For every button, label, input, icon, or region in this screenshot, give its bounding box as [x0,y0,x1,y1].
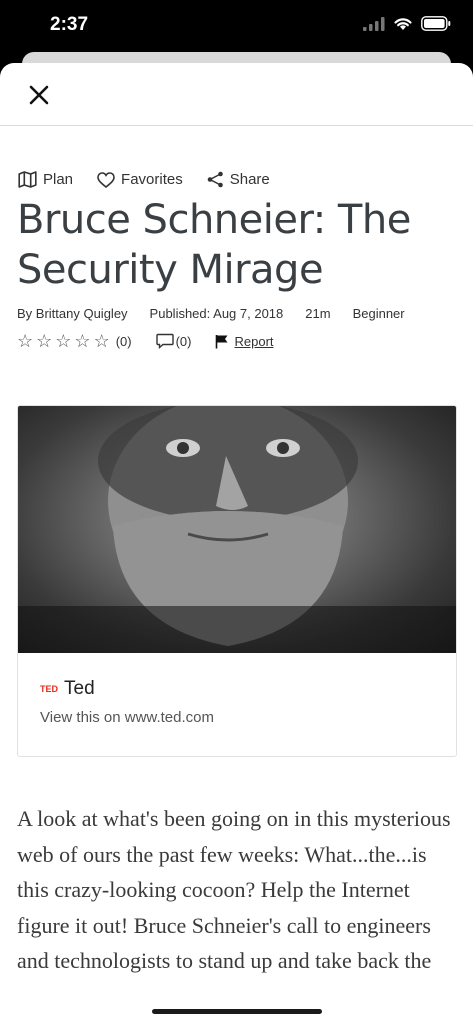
star-icon[interactable]: ☆ [36,332,52,350]
difficulty-level: Beginner [352,306,405,321]
speaker-photo [18,406,456,653]
battery-icon [421,16,451,31]
published-date: Published: Aug 7, 2018 [149,306,284,321]
star-icon[interactable]: ☆ [55,332,71,350]
status-time: 2:37 [50,14,89,35]
article-meta: By Brittany Quigley Published: Aug 7, 20… [17,306,405,321]
star-icon[interactable]: ☆ [17,332,33,350]
status-icons [363,16,451,31]
article-title: Bruce Schneier: The Security Mirage [17,197,411,293]
speaker-portrait [18,406,456,653]
plan-label: Plan [43,171,74,188]
signal-icon [363,16,385,31]
home-indicator[interactable] [152,1009,322,1014]
comments-button[interactable]: (0) [155,333,192,349]
comment-icon [155,333,174,349]
star-rating[interactable]: ☆ ☆ ☆ ☆ ☆ [17,332,110,350]
share-label: Share [229,171,270,188]
favorites-label: Favorites [121,171,183,188]
report-link[interactable]: Report [215,333,274,349]
map-icon [18,171,37,188]
author-link[interactable]: By Brittany Quigley [17,306,128,321]
status-bar: 2:37 [0,0,473,52]
rating-row: ☆ ☆ ☆ ☆ ☆ (0) (0) Report [17,332,274,350]
action-bar: Plan Favorites Share [18,171,270,188]
ted-logo: TED [40,684,58,694]
close-icon [29,85,49,105]
flag-icon [216,334,228,348]
article-sheet: Plan Favorites Share Bruce Schneier: The… [0,63,473,1024]
ted-video-card[interactable]: TED Ted View this on www.ted.com [17,405,457,757]
card-source: TED Ted [40,678,95,700]
rating-count: (0) [115,333,132,349]
report-label: Report [234,333,274,349]
share-icon [207,171,223,188]
heart-icon [97,171,115,188]
duration: 21m [305,306,331,321]
source-link[interactable]: View this on www.ted.com [40,709,214,726]
share-button[interactable]: Share [207,171,270,188]
favorites-button[interactable]: Favorites [97,171,183,188]
source-name: Ted [64,678,95,699]
close-button[interactable] [24,80,54,110]
article-description: A look at what's been going on in this m… [17,806,451,973]
comment-count: (0) [175,333,192,349]
header-bar [0,63,473,126]
star-icon[interactable]: ☆ [94,332,110,350]
wifi-icon [394,18,412,30]
star-icon[interactable]: ☆ [74,332,90,350]
plan-button[interactable]: Plan [18,171,73,188]
